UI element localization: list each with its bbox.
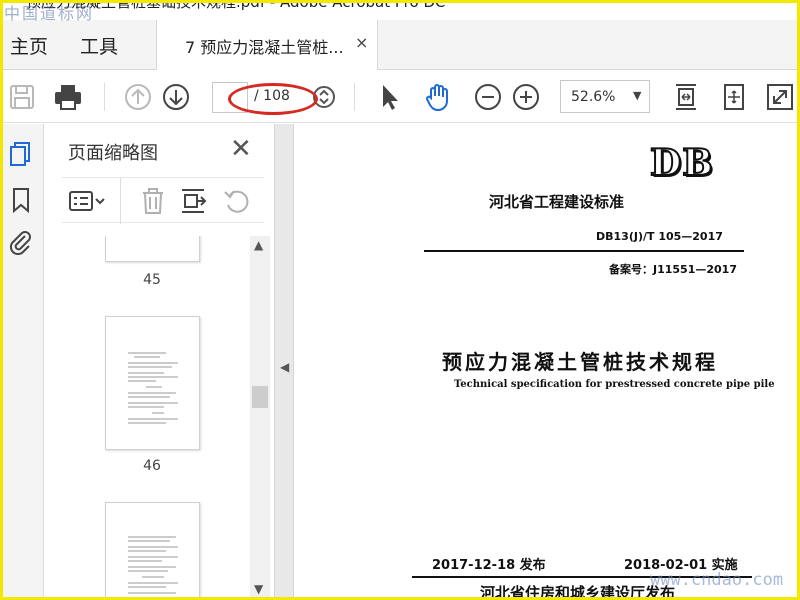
document-english-title: Technical specification for prestressed …	[454, 379, 775, 390]
tab-tools[interactable]: 工具	[80, 32, 118, 59]
tab-bar: 主页 工具 7 预应力混凝土管桩... ×	[0, 20, 800, 70]
prev-page-icon[interactable]	[122, 81, 154, 113]
page-thumbnails-panel: 页面缩略图 ✕ 45 46 ▲ ▼	[44, 124, 274, 600]
select-cursor-icon[interactable]	[374, 81, 406, 113]
tab-home[interactable]: 主页	[10, 32, 48, 59]
scroll-up-icon[interactable]: ▲	[254, 238, 263, 252]
extract-pages-icon[interactable]	[178, 186, 208, 216]
zoom-in-icon[interactable]	[510, 81, 542, 113]
zoom-level-dropdown[interactable]: 52.6% ▼	[560, 80, 650, 113]
panel-title: 页面缩略图	[68, 143, 158, 164]
divider-line	[424, 250, 744, 252]
zoom-level-value: 52.6%	[571, 89, 616, 105]
document-main-title: 预应力混凝土管桩技术规程	[442, 350, 718, 374]
close-tab-icon[interactable]: ×	[355, 33, 368, 52]
issuing-authority: 河北省住房和城乡建设厅发布	[480, 584, 676, 600]
panel-toolbar	[62, 177, 264, 224]
bookmarks-icon[interactable]	[8, 186, 34, 214]
document-tab-label: 7 预应力混凝土管桩...	[185, 38, 344, 57]
scrollbar-thumb[interactable]	[252, 386, 268, 408]
db-standard-badge: DB	[649, 141, 714, 185]
close-panel-icon[interactable]: ✕	[230, 136, 252, 162]
delete-page-icon[interactable]	[138, 186, 168, 216]
standard-code: DB13(J)/T 105—2017	[596, 230, 723, 243]
rotate-page-icon[interactable]	[222, 186, 252, 216]
scroll-down-icon[interactable]: ▼	[254, 582, 263, 596]
fit-page-icon[interactable]	[670, 81, 702, 113]
toolbar-divider	[120, 178, 121, 224]
save-icon[interactable]	[6, 81, 38, 113]
next-page-icon[interactable]	[160, 81, 192, 113]
rotate-page-icon[interactable]	[718, 81, 750, 113]
page-thumbnail[interactable]	[105, 236, 200, 262]
page-thumbnails-icon[interactable]	[8, 140, 34, 168]
record-number: 备案号：J11551—2017	[609, 263, 737, 276]
document-page-view: DB 河北省工程建设标准 DB13(J)/T 105—2017 备案号：J115…	[294, 124, 800, 600]
zoom-out-icon[interactable]	[472, 81, 504, 113]
thumbnail-page-number: 45	[143, 272, 161, 288]
print-icon[interactable]	[52, 81, 84, 113]
hand-tool-icon[interactable]	[422, 81, 454, 113]
panel-collapse-handle[interactable]: ◀	[274, 124, 294, 600]
standard-title: 河北省工程建设标准	[489, 193, 625, 211]
watermark-url: www.cndao.com	[650, 570, 784, 590]
thumbnail-options-icon[interactable]	[68, 186, 108, 216]
tab-document[interactable]: 7 预应力混凝土管桩... ×	[156, 20, 378, 70]
main-toolbar: / 108 52.6% ▼	[0, 71, 800, 123]
annotation-highlight-oval	[228, 83, 318, 115]
full-screen-icon[interactable]	[764, 81, 796, 113]
thumbnail-scrollbar[interactable]: ▲ ▼	[250, 236, 270, 600]
toolbar-divider	[104, 83, 105, 111]
watermark-logo: 中国道标网	[4, 4, 95, 23]
collapse-left-icon[interactable]: ◀	[280, 360, 289, 374]
chevron-down-icon: ▼	[633, 89, 642, 102]
window-titlebar: 预应力混凝土管桩基础技术规程.pdf - Adobe Acrobat Pro D…	[0, 0, 800, 20]
thumbnail-list: 45 46	[44, 236, 274, 600]
toolbar-divider	[354, 83, 355, 111]
attachments-icon[interactable]	[8, 228, 34, 256]
page-thumbnail[interactable]	[105, 316, 200, 450]
publish-date: 2017-12-18 发布	[432, 558, 546, 573]
page-thumbnail[interactable]	[105, 502, 200, 600]
thumbnail-page-number: 46	[143, 458, 161, 474]
navigation-rail	[0, 124, 44, 600]
